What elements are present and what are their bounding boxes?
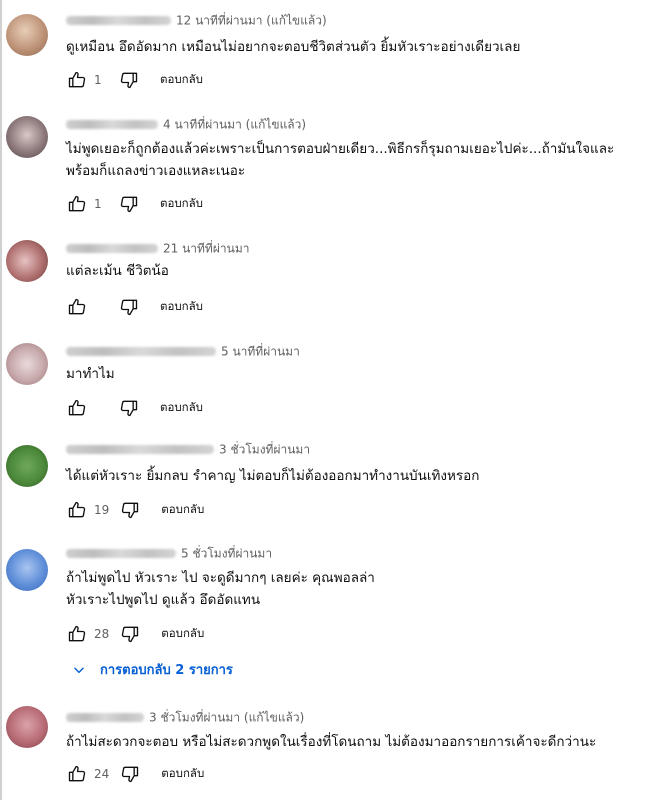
comment-actions: 28 ตอบกลับ [66,622,204,646]
comment-line: ได้แต่หัวเราะ ยิ้มกลบ รำคาญ ไม่ตอบก็ไม่ต… [66,468,480,484]
thumbs-up-icon[interactable] [66,763,88,785]
thumbs-down-icon[interactable] [118,193,140,215]
comment-actions: 24 ตอบกลับ [66,762,204,786]
author-name-blurred[interactable] [66,445,214,454]
avatar[interactable] [6,116,48,158]
reply-button[interactable]: ตอบกลับ [160,195,203,213]
author-name-blurred[interactable] [66,347,216,356]
thumbs-down-icon[interactable] [118,69,140,91]
comment-thread: 5 นาทีที่ผ่านมา มาทำไม ตอบกลับ [0,343,663,433]
thumbs-up-icon[interactable] [66,296,88,318]
comment-actions: ตอบกลับ [66,396,203,420]
comment-line: หัวเราะไปพูดไป ดูแล้ว อึดอัดแทน [66,592,261,608]
author-name-blurred[interactable] [66,16,171,25]
reply-button[interactable]: ตอบกลับ [161,501,204,519]
reply-button[interactable]: ตอบกลับ [160,399,203,417]
comment-time[interactable]: 5 นาทีที่ผ่านมา [221,345,300,359]
comment-text: ดูเหมือน อึดอัดมาก เหมือนไม่อยากจะตอบชีว… [66,36,520,58]
thumbs-up-icon[interactable] [66,499,88,521]
comment-time[interactable]: 21 นาทีที่ผ่านมา [163,242,249,256]
comment-meta: 21 นาทีที่ผ่านมา [66,240,249,256]
comment-line: แต่ละเม้น ชีวิตน้อ [66,263,169,279]
comment-line: ถ้าไม่สะดวกจะตอบ หรือไม่สะดวกพูดในเรื่อง… [66,734,597,750]
comment-line: ถ้าไม่พูดไป หัวเราะ ไป จะดูดีมากๆ เลยค่ะ… [66,570,375,586]
thumbs-down-icon[interactable] [118,397,140,419]
chevron-down-icon [74,667,84,673]
view-replies-label: การตอบกลับ 2 รายการ [100,663,233,678]
like-count: 19 [94,503,110,517]
view-replies-button[interactable]: การตอบกลับ 2 รายการ [72,659,233,680]
thumbs-up-icon[interactable] [66,193,88,215]
reply-button[interactable]: ตอบกลับ [160,71,203,89]
like-count: 1 [94,197,102,211]
comment-time[interactable]: 3 ชั่วโมงที่ผ่านมา (แก้ไขแล้ว) [149,711,304,725]
comment-meta: 5 นาทีที่ผ่านมา [66,343,300,359]
avatar[interactable] [6,14,48,56]
comment-thread: 3 ชั่วโมงที่ผ่านมา (แก้ไขแล้ว) ถ้าไม่สะด… [0,706,663,800]
thumbs-up-icon[interactable] [66,623,88,645]
comment-thread: 21 นาทีที่ผ่านมา แต่ละเม้น ชีวิตน้อ ตอบก… [0,240,663,330]
author-name-blurred[interactable] [66,713,144,722]
comment-meta: 4 นาทีที่ผ่านมา (แก้ไขแล้ว) [66,116,306,132]
comment-time[interactable]: 5 ชั่วโมงที่ผ่านมา [181,547,272,561]
reply-button[interactable]: ตอบกลับ [161,765,204,783]
comment-meta: 12 นาทีที่ผ่านมา (แก้ไขแล้ว) [66,12,327,28]
avatar[interactable] [6,549,48,591]
comment-text: ไม่พูดเยอะก็ถูกต้องแล้วค่ะเพราะเป็นการตอ… [66,138,614,182]
comment-thread: 3 ชั่วโมงที่ผ่านมา ได้แต่หัวเราะ ยิ้มกลบ… [0,441,663,531]
comment-actions: ตอบกลับ [66,295,203,319]
comment-line: พร้อมก็แถลงข่าวเองแหละเนอะ [66,163,246,179]
comment-line: มาทำไม [66,366,115,382]
comment-time[interactable]: 3 ชั่วโมงที่ผ่านมา [219,443,310,457]
reply-button[interactable]: ตอบกลับ [160,298,203,316]
thumbs-down-icon[interactable] [119,763,141,785]
author-name-blurred[interactable] [66,549,176,558]
comment-time[interactable]: 4 นาทีที่ผ่านมา (แก้ไขแล้ว) [163,118,306,132]
comment-time[interactable]: 12 นาทีที่ผ่านมา (แก้ไขแล้ว) [176,14,327,28]
avatar[interactable] [6,343,48,385]
comment-meta: 3 ชั่วโมงที่ผ่านมา [66,441,310,457]
avatar[interactable] [6,445,48,487]
thumbs-down-icon[interactable] [119,499,141,521]
like-count: 1 [94,73,102,87]
avatar[interactable] [6,240,48,282]
comment-meta: 3 ชั่วโมงที่ผ่านมา (แก้ไขแล้ว) [66,709,304,725]
comment-text: มาทำไม [66,363,115,385]
thumbs-down-icon[interactable] [119,623,141,645]
like-count: 24 [94,767,110,781]
author-name-blurred[interactable] [66,120,158,129]
comment-thread: 12 นาทีที่ผ่านมา (แก้ไขแล้ว) ดูเหมือน อึ… [0,12,663,102]
comment-actions: 19 ตอบกลับ [66,498,204,522]
comment-thread: 4 นาทีที่ผ่านมา (แก้ไขแล้ว) ไม่พูดเยอะก็… [0,116,663,226]
comment-actions: 1 ตอบกลับ [66,192,203,216]
comment-thread: 5 ชั่วโมงที่ผ่านมา ถ้าไม่พูดไป หัวเราะ ไ… [0,545,663,655]
comment-text: ถ้าไม่พูดไป หัวเราะ ไป จะดูดีมากๆ เลยค่ะ… [66,567,375,611]
comment-actions: 1 ตอบกลับ [66,68,203,92]
thumbs-up-icon[interactable] [66,69,88,91]
thumbs-up-icon[interactable] [66,397,88,419]
comment-line: ไม่พูดเยอะก็ถูกต้องแล้วค่ะเพราะเป็นการตอ… [66,141,615,157]
comment-text: ถ้าไม่สะดวกจะตอบ หรือไม่สะดวกพูดในเรื่อง… [66,731,596,753]
like-count: 28 [94,627,110,641]
thumbs-down-icon[interactable] [118,296,140,318]
reply-button[interactable]: ตอบกลับ [161,625,204,643]
comment-text: แต่ละเม้น ชีวิตน้อ [66,260,169,282]
comment-meta: 5 ชั่วโมงที่ผ่านมา [66,545,272,561]
comment-line: ดูเหมือน อึดอัดมาก เหมือนไม่อยากจะตอบชีว… [66,39,521,55]
avatar[interactable] [6,706,48,748]
comment-text: ได้แต่หัวเราะ ยิ้มกลบ รำคาญ ไม่ตอบก็ไม่ต… [66,465,479,487]
author-name-blurred[interactable] [66,244,158,253]
